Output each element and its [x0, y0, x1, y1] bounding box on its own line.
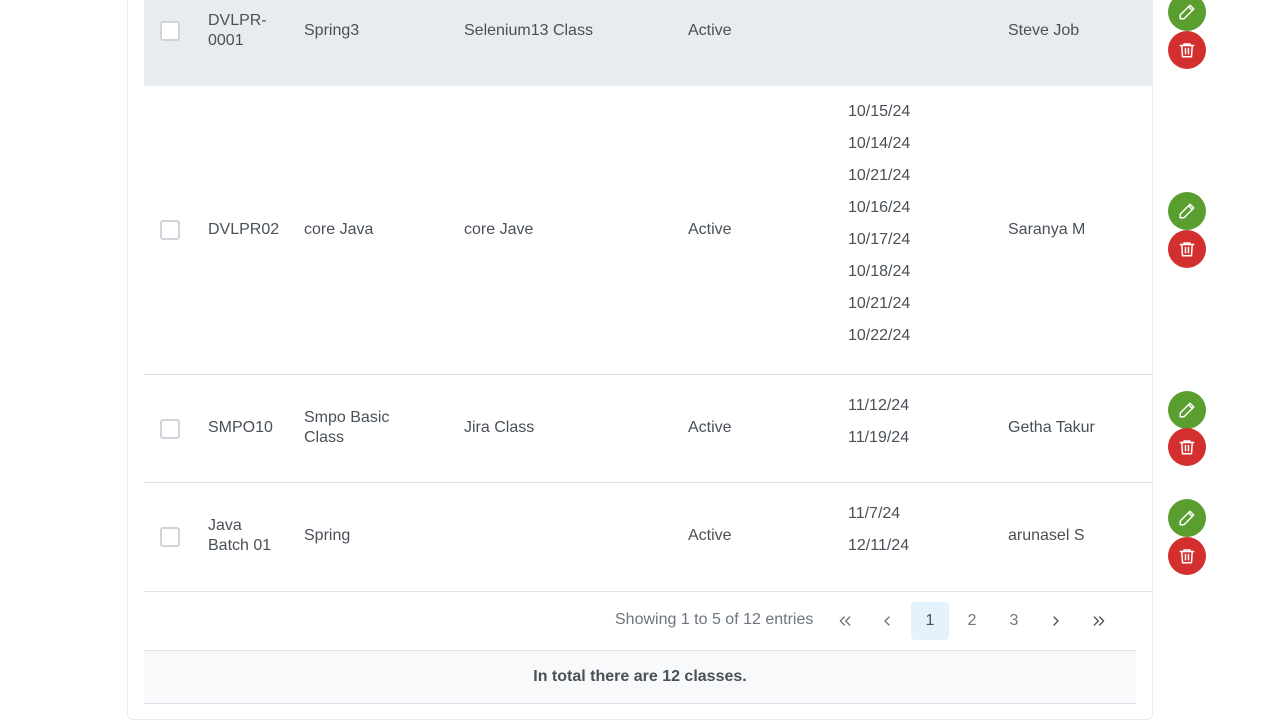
class-topic: Spring3: [304, 22, 360, 39]
table-row: DVLPR02 core Java core Jave Active 10/15…: [144, 86, 1152, 375]
row-actions: [1168, 391, 1206, 429]
pencil-icon: [1179, 4, 1195, 20]
footer-total-text: In total there are 12 classes.: [533, 668, 747, 685]
class-status: Active: [688, 419, 732, 436]
row-checkbox[interactable]: [160, 419, 180, 439]
class-date: 10/15/24: [848, 103, 911, 120]
class-date: 12/11/24: [848, 537, 910, 554]
class-staff: Getha Takur: [1008, 419, 1095, 436]
row-actions: [1168, 428, 1206, 466]
double-chevron-right-icon: [1093, 616, 1105, 626]
class-date: 10/14/24: [848, 135, 911, 152]
class-date: 11/7/24: [848, 505, 901, 522]
pencil-icon: [1179, 203, 1195, 219]
double-chevron-left-icon: [839, 616, 851, 626]
last-page-button[interactable]: [1080, 602, 1118, 640]
class-date: 10/21/24: [848, 167, 911, 184]
class-status: Active: [688, 22, 732, 39]
class-topic: core Java: [304, 221, 374, 238]
row-actions: [1168, 31, 1206, 69]
table-row: Java Batch 01 Spring Active 11/7/24 12/1…: [144, 483, 1152, 592]
class-date: 10/17/24: [848, 231, 911, 248]
class-date: 10/21/24: [848, 295, 911, 312]
class-batch-name: Java Batch 01: [208, 517, 272, 554]
table-row: SMPO10 Smpo Basic Class Jira Class Activ…: [144, 375, 1152, 483]
edit-button[interactable]: [1168, 499, 1206, 537]
class-description: Selenium13 Class: [464, 22, 593, 39]
class-description: Jira Class: [464, 419, 535, 436]
delete-button[interactable]: [1168, 230, 1206, 268]
class-date: 10/22/24: [848, 327, 911, 344]
class-date: 11/19/24: [848, 429, 910, 446]
pencil-icon: [1179, 510, 1195, 526]
class-topic: Spring: [304, 527, 351, 544]
class-dates: 10/15/24 10/14/24 10/21/24 10/16/24 10/1…: [848, 96, 910, 352]
class-staff: Steve Job: [1008, 22, 1080, 39]
prev-page-button[interactable]: [868, 602, 906, 640]
row-checkbox[interactable]: [160, 527, 180, 547]
table-row: DVLPR- 0001 Spring3 Selenium13 Class Act…: [144, 0, 1152, 86]
class-staff: arunasel S: [1008, 527, 1085, 544]
row-actions: [1168, 499, 1206, 537]
delete-button[interactable]: [1168, 31, 1206, 69]
class-staff: Saranya M: [1008, 221, 1086, 238]
delete-button[interactable]: [1168, 537, 1206, 575]
class-batch-name: DVLPR02: [208, 221, 280, 238]
row-actions: [1168, 192, 1206, 230]
edit-button[interactable]: [1168, 192, 1206, 230]
trash-icon: [1179, 43, 1195, 58]
page-button-2[interactable]: 2: [953, 602, 991, 640]
pencil-icon: [1179, 402, 1195, 418]
class-topic: Smpo Basic Class: [304, 409, 390, 446]
next-page-button[interactable]: [1037, 602, 1075, 640]
row-actions: [1168, 230, 1206, 268]
class-batch-name: SMPO10: [208, 419, 273, 436]
class-description: core Jave: [464, 221, 534, 238]
trash-icon: [1179, 440, 1195, 455]
row-actions: [1168, 0, 1206, 31]
class-date: 10/16/24: [848, 199, 911, 216]
row-actions: [1168, 537, 1206, 575]
trash-icon: [1179, 549, 1195, 564]
edit-button[interactable]: [1168, 391, 1206, 429]
delete-button[interactable]: [1168, 428, 1206, 466]
class-batch-name: DVLPR- 0001: [208, 12, 267, 49]
class-status: Active: [688, 527, 732, 544]
class-date: 10/18/24: [848, 263, 911, 280]
page-button-1[interactable]: 1: [911, 602, 949, 640]
row-checkbox[interactable]: [160, 21, 180, 41]
row-checkbox[interactable]: [160, 220, 180, 240]
first-page-button[interactable]: [826, 602, 864, 640]
page-button-3[interactable]: 3: [995, 602, 1033, 640]
trash-icon: [1179, 242, 1195, 257]
edit-button[interactable]: [1168, 0, 1206, 31]
chevron-left-icon: [884, 616, 890, 626]
class-dates: 11/7/24 12/11/24: [848, 498, 909, 562]
class-date: 11/12/24: [848, 397, 910, 414]
table-footer: In total there are 12 classes.: [144, 650, 1136, 704]
class-status: Active: [688, 221, 732, 238]
class-dates: 11/12/24 11/19/24: [848, 390, 909, 454]
pagination-summary: Showing 1 to 5 of 12 entries: [615, 611, 814, 628]
chevron-right-icon: [1053, 616, 1059, 626]
